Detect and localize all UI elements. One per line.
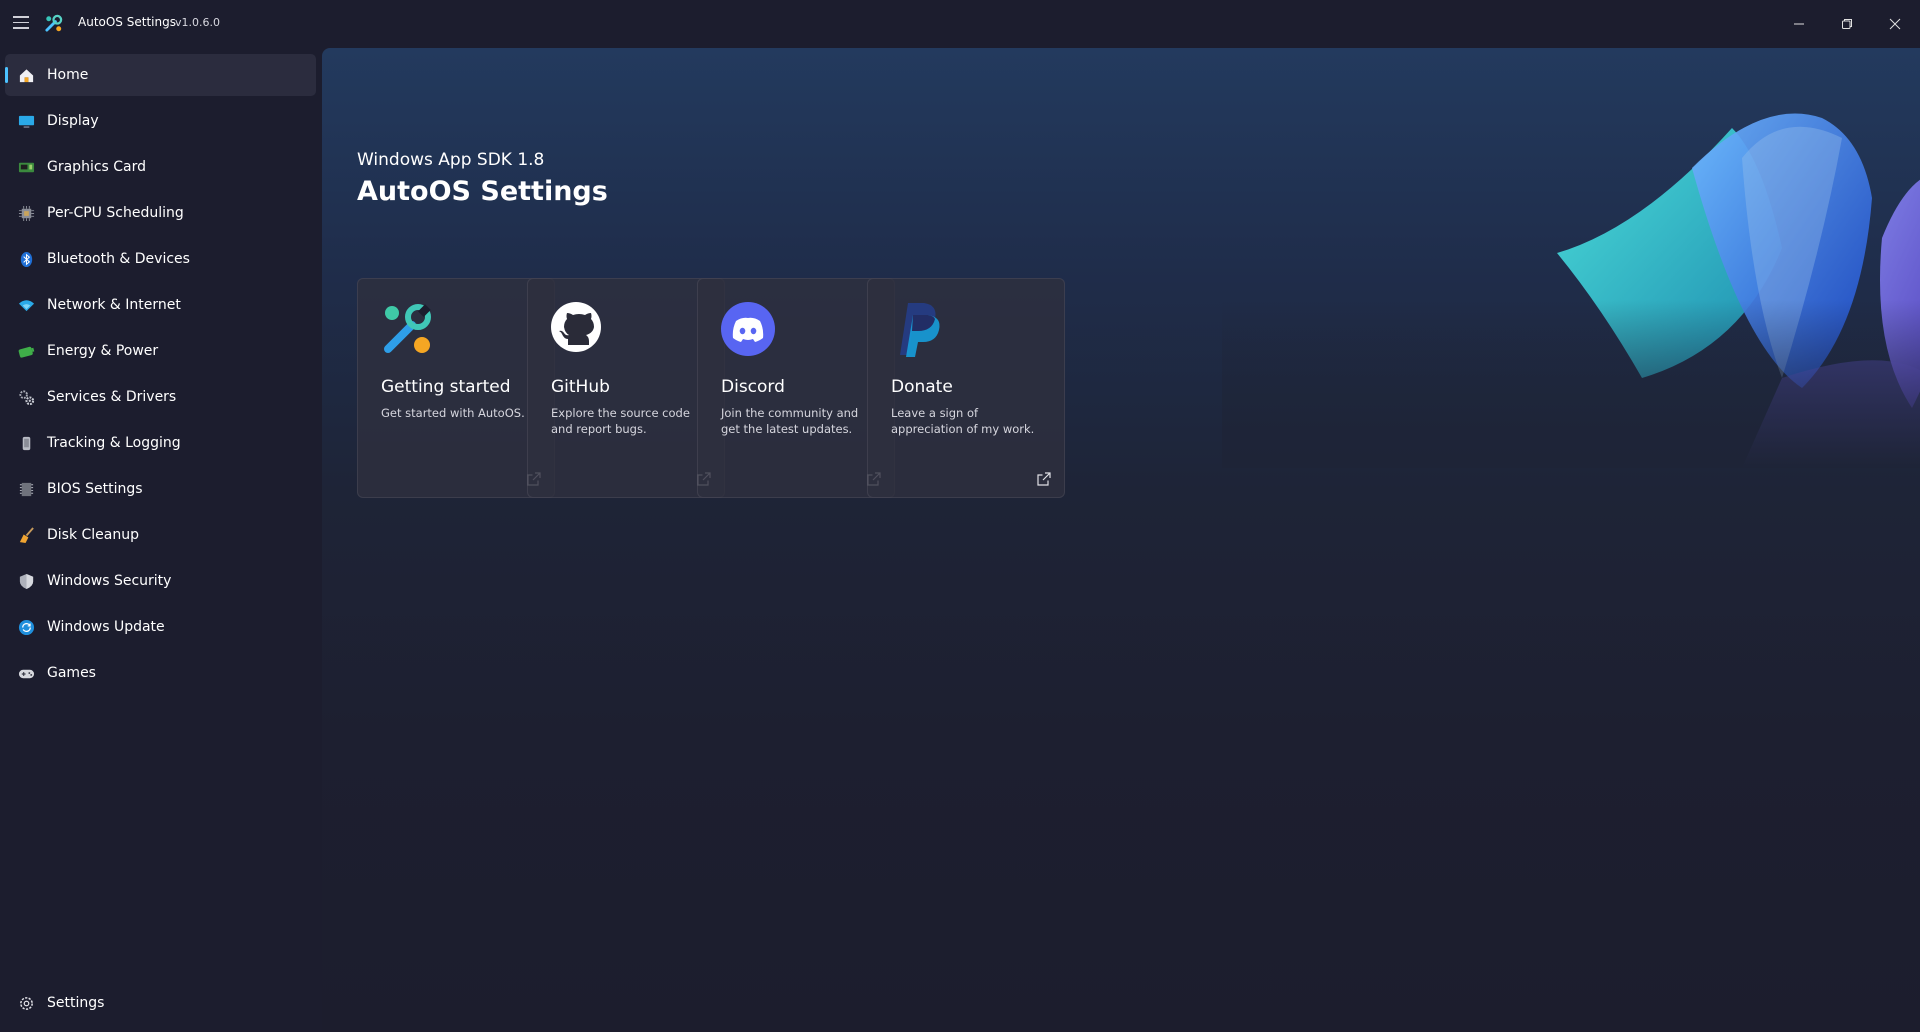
sidebar-item-tracking-logging[interactable]: Tracking & Logging [5,422,316,464]
sidebar-item-label: Services & Drivers [47,389,177,405]
minimize-icon [1794,23,1804,25]
sidebar-item-label: Windows Update [47,619,165,635]
gamepad-icon [17,664,35,682]
bluetooth-icon [17,250,35,268]
sidebar-item-label: Games [47,665,96,681]
sidebar-item-label: Network & Internet [47,297,181,313]
sidebar-item-label: Disk Cleanup [47,527,140,543]
card-title: GitHub [551,377,610,397]
card-title: Getting started [381,377,511,397]
graphics-card-icon [17,158,35,176]
sidebar-item-network-internet[interactable]: Network & Internet [5,284,316,326]
card-description: Leave a sign of appreciation of my work. [891,406,1035,436]
bios-chip-icon [17,480,35,498]
sidebar-item-bios-settings[interactable]: BIOS Settings [5,468,316,510]
card-title: Donate [891,377,953,397]
main-content: Windows App SDK 1.8 AutoOS Settings Gett… [322,48,1920,1032]
broom-icon [17,526,35,544]
sidebar-nav: Home Display Graphics Card Per-CPU Sched… [0,48,322,1032]
home-icon [17,66,35,84]
cpu-icon [17,204,35,222]
gears-icon [17,388,35,406]
update-icon [17,618,35,636]
minimize-button[interactable] [1776,0,1822,48]
sidebar-item-label: Home [47,67,89,83]
card-description: Explore the source code and report bugs. [551,406,690,436]
close-button[interactable] [1872,0,1918,48]
sidebar-item-label: Per-CPU Scheduling [47,205,184,221]
sidebar-item-label: Windows Security [47,573,172,589]
gear-icon [17,994,35,1012]
sidebar-item-label: Display [47,113,99,129]
wifi-icon [17,296,35,314]
sidebar-item-label: Energy & Power [47,343,159,359]
sidebar-item-home[interactable]: Home [5,54,316,96]
hero-ribbon-art [1222,48,1920,468]
page-title: AutoOS Settings [357,176,608,207]
selection-indicator [5,67,8,83]
donate-card[interactable]: Donate Leave a sign of appreciation of m… [867,278,1065,498]
card-description: Join the community and get the latest up… [721,406,859,436]
restore-button[interactable] [1824,0,1870,48]
github-icon [551,302,601,352]
restore-icon [1842,19,1852,29]
sidebar-item-label: Graphics Card [47,159,147,175]
close-icon [1889,18,1901,30]
sidebar-item-label: Bluetooth & Devices [47,251,190,267]
app-logo-icon [45,14,63,32]
app-version: v1.0.6.0 [175,16,220,29]
sidebar-item-graphics-card[interactable]: Graphics Card [5,146,316,188]
title-bar: AutoOS Settings v1.0.6.0 [0,0,1920,48]
battery-icon [17,342,35,360]
menu-icon[interactable] [13,16,29,30]
card-description: Get started with AutoOS. [381,406,525,420]
sidebar-item-settings[interactable]: Settings [5,982,316,1024]
hero-subtitle: Windows App SDK 1.8 [357,150,545,170]
sidebar-item-bluetooth-devices[interactable]: Bluetooth & Devices [5,238,316,280]
tracking-icon [17,434,35,452]
sidebar-item-label: BIOS Settings [47,481,143,497]
app-title: AutoOS Settings [78,15,176,29]
sidebar-item-windows-update[interactable]: Windows Update [5,606,316,648]
github-card[interactable]: GitHub Explore the source code and repor… [527,278,725,498]
getting-started-card[interactable]: Getting started Get started with AutoOS. [357,278,555,498]
sidebar-item-label: Tracking & Logging [47,435,181,451]
sidebar-item-per-cpu-scheduling[interactable]: Per-CPU Scheduling [5,192,316,234]
sidebar-item-energy-power[interactable]: Energy & Power [5,330,316,372]
sidebar-item-services-drivers[interactable]: Services & Drivers [5,376,316,418]
shield-icon [17,572,35,590]
sidebar-item-label: Settings [47,995,105,1011]
sidebar-item-games[interactable]: Games [5,652,316,694]
discord-card[interactable]: Discord Join the community and get the l… [697,278,895,498]
paypal-icon [900,303,940,357]
card-title: Discord [721,377,785,397]
discord-icon [721,302,775,356]
wrench-icon [384,304,431,353]
sidebar-item-windows-security[interactable]: Windows Security [5,560,316,602]
open-external-icon [1037,472,1051,486]
sidebar-item-disk-cleanup[interactable]: Disk Cleanup [5,514,316,556]
display-icon [17,112,35,130]
sidebar-item-display[interactable]: Display [5,100,316,142]
